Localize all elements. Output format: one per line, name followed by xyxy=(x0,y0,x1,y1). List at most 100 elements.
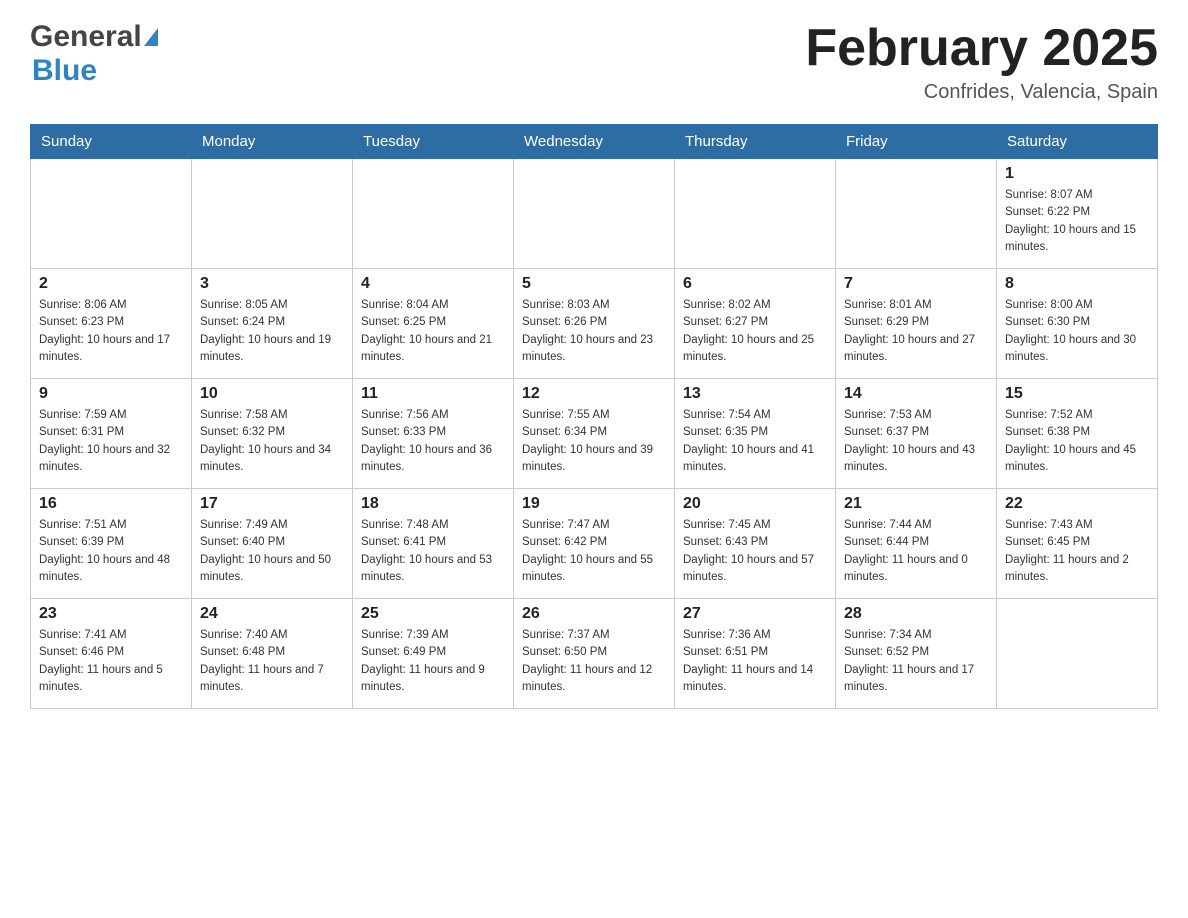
day-number: 3 xyxy=(200,275,344,293)
table-cell: 27Sunrise: 7:36 AMSunset: 6:51 PMDayligh… xyxy=(675,599,836,709)
day-number: 1 xyxy=(1005,165,1149,183)
day-info: Sunrise: 7:44 AMSunset: 6:44 PMDaylight:… xyxy=(844,517,988,586)
day-number: 14 xyxy=(844,385,988,403)
day-number: 9 xyxy=(39,385,183,403)
table-cell: 12Sunrise: 7:55 AMSunset: 6:34 PMDayligh… xyxy=(514,379,675,489)
logo-blue-text: Blue xyxy=(32,54,97,87)
day-number: 17 xyxy=(200,495,344,513)
day-number: 26 xyxy=(522,605,666,623)
logo-general-text: General xyxy=(30,20,142,54)
col-monday: Monday xyxy=(192,125,353,159)
table-cell xyxy=(31,159,192,269)
day-number: 2 xyxy=(39,275,183,293)
day-number: 5 xyxy=(522,275,666,293)
day-number: 21 xyxy=(844,495,988,513)
day-number: 8 xyxy=(1005,275,1149,293)
title-block: February 2025 Confrides, Valencia, Spain xyxy=(805,20,1158,104)
day-number: 4 xyxy=(361,275,505,293)
day-number: 22 xyxy=(1005,495,1149,513)
day-info: Sunrise: 7:49 AMSunset: 6:40 PMDaylight:… xyxy=(200,517,344,586)
day-info: Sunrise: 7:34 AMSunset: 6:52 PMDaylight:… xyxy=(844,627,988,696)
week-row-1: 1Sunrise: 8:07 AMSunset: 6:22 PMDaylight… xyxy=(31,159,1158,269)
table-cell: 19Sunrise: 7:47 AMSunset: 6:42 PMDayligh… xyxy=(514,489,675,599)
day-info: Sunrise: 7:51 AMSunset: 6:39 PMDaylight:… xyxy=(39,517,183,586)
table-cell: 16 Sunrise: 7:51 AMSunset: 6:39 PMDayligh… xyxy=(31,489,192,599)
day-info: Sunrise: 7:52 AMSunset: 6:38 PMDaylight:… xyxy=(1005,407,1149,476)
table-cell xyxy=(353,159,514,269)
table-cell: 14 Sunrise: 7:53 AMSunset: 6:37 PMDayligh… xyxy=(836,379,997,489)
table-cell: 15 Sunrise: 7:52 AMSunset: 6:38 PMDayligh… xyxy=(997,379,1158,489)
calendar-title: February 2025 xyxy=(805,20,1158,77)
day-number: 18 xyxy=(361,495,505,513)
table-cell: 13 Sunrise: 7:54 AMSunset: 6:35 PMDayligh… xyxy=(675,379,836,489)
table-cell: 23 Sunrise: 7:41 AMSunset: 6:46 PMDayligh… xyxy=(31,599,192,709)
table-cell: 24 Sunrise: 7:40 AMSunset: 6:48 PMDayligh… xyxy=(192,599,353,709)
week-row-5: 23 Sunrise: 7:41 AMSunset: 6:46 PMDayligh… xyxy=(31,599,1158,709)
day-info: Sunrise: 7:47 AMSunset: 6:42 PMDaylight:… xyxy=(522,517,666,586)
table-cell: 25 Sunrise: 7:39 AMSunset: 6:49 PMDayligh… xyxy=(353,599,514,709)
col-saturday: Saturday xyxy=(997,125,1158,159)
col-thursday: Thursday xyxy=(675,125,836,159)
day-number: 28 xyxy=(844,605,988,623)
day-number: 7 xyxy=(844,275,988,293)
day-info: Sunrise: 7:36 AMSunset: 6:51 PMDaylight:… xyxy=(683,627,827,696)
day-info: Sunrise: 7:54 AMSunset: 6:35 PMDaylight:… xyxy=(683,407,827,476)
col-wednesday: Wednesday xyxy=(514,125,675,159)
day-info: Sunrise: 7:40 AMSunset: 6:48 PMDaylight:… xyxy=(200,627,344,696)
day-info: Sunrise: 8:02 AMSunset: 6:27 PMDaylight:… xyxy=(683,297,827,366)
day-info: Sunrise: 7:56 AMSunset: 6:33 PMDaylight:… xyxy=(361,407,505,476)
logo: General Blue xyxy=(30,20,158,88)
col-sunday: Sunday xyxy=(31,125,192,159)
calendar-subtitle: Confrides, Valencia, Spain xyxy=(805,81,1158,104)
table-cell: 10 Sunrise: 7:58 AMSunset: 6:32 PMDayligh… xyxy=(192,379,353,489)
table-cell: 28 Sunrise: 7:34 AMSunset: 6:52 PMDayligh… xyxy=(836,599,997,709)
day-info: Sunrise: 7:43 AMSunset: 6:45 PMDaylight:… xyxy=(1005,517,1149,586)
calendar-table: Sunday Monday Tuesday Wednesday Thursday… xyxy=(30,124,1158,709)
table-cell: 1Sunrise: 8:07 AMSunset: 6:22 PMDaylight… xyxy=(997,159,1158,269)
day-info: Sunrise: 7:41 AMSunset: 6:46 PMDaylight:… xyxy=(39,627,183,696)
day-info: Sunrise: 7:53 AMSunset: 6:37 PMDaylight:… xyxy=(844,407,988,476)
table-cell: 17 Sunrise: 7:49 AMSunset: 6:40 PMDayligh… xyxy=(192,489,353,599)
table-cell: 20 Sunrise: 7:45 AMSunset: 6:43 PMDayligh… xyxy=(675,489,836,599)
day-info: Sunrise: 7:59 AMSunset: 6:31 PMDaylight:… xyxy=(39,407,183,476)
table-cell xyxy=(997,599,1158,709)
day-number: 12 xyxy=(522,385,666,403)
day-number: 25 xyxy=(361,605,505,623)
table-cell: 7 Sunrise: 8:01 AMSunset: 6:29 PMDaylight… xyxy=(836,269,997,379)
table-cell: 21 Sunrise: 7:44 AMSunset: 6:44 PMDayligh… xyxy=(836,489,997,599)
day-info: Sunrise: 8:00 AMSunset: 6:30 PMDaylight:… xyxy=(1005,297,1149,366)
day-number: 16 xyxy=(39,495,183,513)
page-header: General Blue February 2025 Confrides, Va… xyxy=(30,20,1158,104)
table-cell: 6 Sunrise: 8:02 AMSunset: 6:27 PMDaylight… xyxy=(675,269,836,379)
day-number: 13 xyxy=(683,385,827,403)
day-info: Sunrise: 8:04 AMSunset: 6:25 PMDaylight:… xyxy=(361,297,505,366)
day-number: 20 xyxy=(683,495,827,513)
day-info: Sunrise: 8:01 AMSunset: 6:29 PMDaylight:… xyxy=(844,297,988,366)
day-info: Sunrise: 7:45 AMSunset: 6:43 PMDaylight:… xyxy=(683,517,827,586)
day-number: 15 xyxy=(1005,385,1149,403)
week-row-3: 9 Sunrise: 7:59 AMSunset: 6:31 PMDaylight… xyxy=(31,379,1158,489)
table-cell: 11Sunrise: 7:56 AMSunset: 6:33 PMDayligh… xyxy=(353,379,514,489)
col-tuesday: Tuesday xyxy=(353,125,514,159)
table-cell: 4 Sunrise: 8:04 AMSunset: 6:25 PMDaylight… xyxy=(353,269,514,379)
day-info: Sunrise: 7:48 AMSunset: 6:41 PMDaylight:… xyxy=(361,517,505,586)
header-row: Sunday Monday Tuesday Wednesday Thursday… xyxy=(31,125,1158,159)
table-cell: 3 Sunrise: 8:05 AMSunset: 6:24 PMDaylight… xyxy=(192,269,353,379)
table-cell: 26 Sunrise: 7:37 AMSunset: 6:50 PMDayligh… xyxy=(514,599,675,709)
table-cell: 5 Sunrise: 8:03 AMSunset: 6:26 PMDaylight… xyxy=(514,269,675,379)
day-info: Sunrise: 8:05 AMSunset: 6:24 PMDaylight:… xyxy=(200,297,344,366)
table-cell: 9 Sunrise: 7:59 AMSunset: 6:31 PMDaylight… xyxy=(31,379,192,489)
day-number: 24 xyxy=(200,605,344,623)
day-info: Sunrise: 7:39 AMSunset: 6:49 PMDaylight:… xyxy=(361,627,505,696)
day-number: 23 xyxy=(39,605,183,623)
col-friday: Friday xyxy=(836,125,997,159)
day-number: 10 xyxy=(200,385,344,403)
table-cell xyxy=(192,159,353,269)
day-info: Sunrise: 8:06 AMSunset: 6:23 PMDaylight:… xyxy=(39,297,183,366)
day-info: Sunrise: 7:58 AMSunset: 6:32 PMDaylight:… xyxy=(200,407,344,476)
logo-triangle-icon xyxy=(144,28,158,46)
table-cell xyxy=(514,159,675,269)
day-number: 6 xyxy=(683,275,827,293)
day-info: Sunrise: 8:03 AMSunset: 6:26 PMDaylight:… xyxy=(522,297,666,366)
day-info: Sunrise: 7:37 AMSunset: 6:50 PMDaylight:… xyxy=(522,627,666,696)
